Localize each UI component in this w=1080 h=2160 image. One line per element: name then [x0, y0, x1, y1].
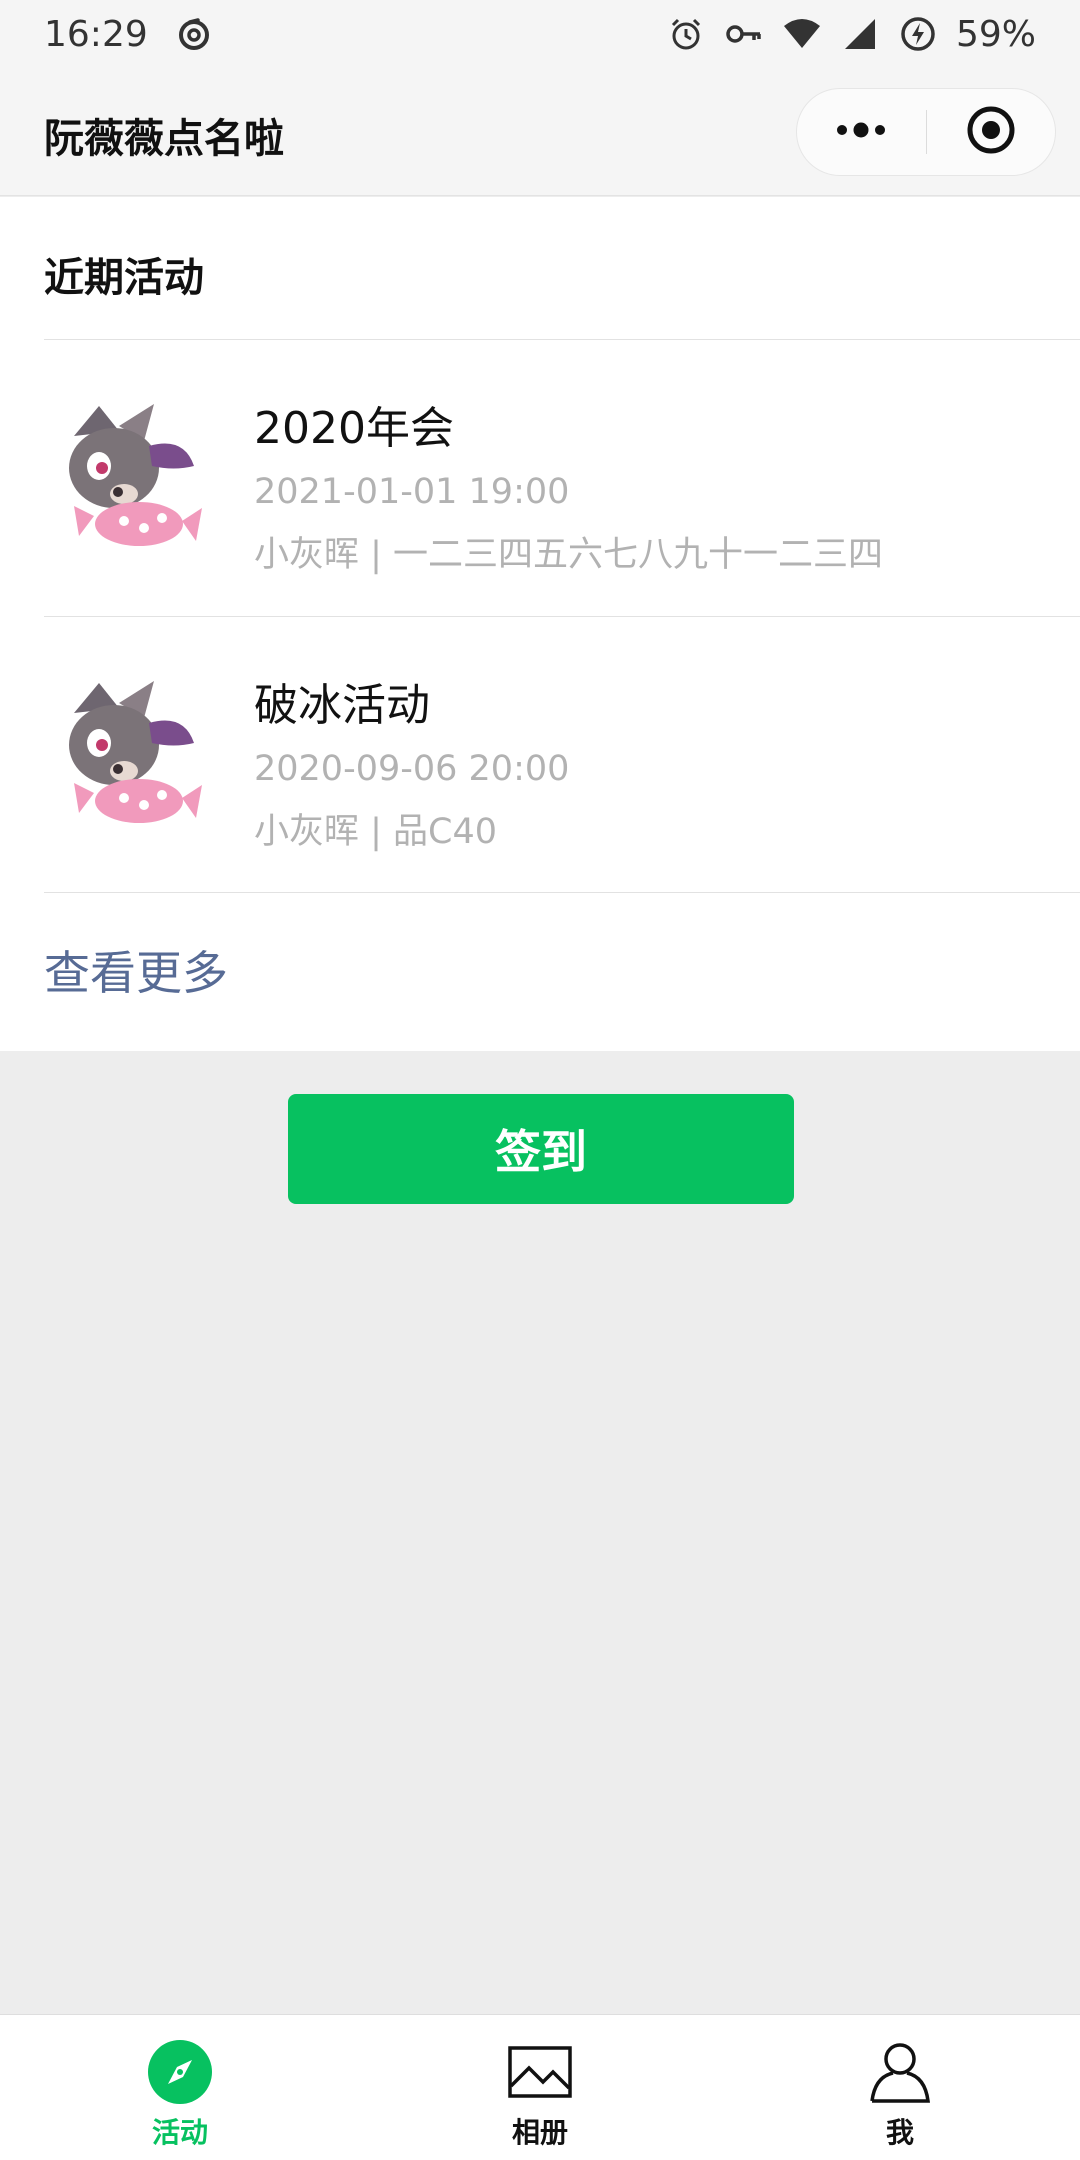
divider: [44, 892, 1080, 893]
menu-capsule: [796, 88, 1056, 176]
view-more-link[interactable]: 查看更多: [44, 937, 228, 1003]
netease-music-icon: [174, 14, 214, 54]
recent-activities-card: 近期活动 2020年会 2021-01-01 19:00 小灰晖 | 一二三四五…: [0, 197, 1080, 1051]
status-time: 16:29: [44, 13, 148, 55]
cartoon-wolf-avatar-icon: [44, 673, 204, 833]
person-icon: [867, 2039, 933, 2105]
battery-icon: [898, 14, 938, 54]
page-title: 阮薇薇点名啦: [44, 116, 284, 162]
status-bar: 16:29 59%: [0, 0, 1080, 68]
wifi-icon: [782, 14, 822, 54]
more-dots-icon: [834, 120, 888, 144]
tab-label: 相册: [511, 2116, 568, 2149]
activity-time: 2021-01-01 19:00: [254, 472, 570, 512]
activity-title: 2020年会: [254, 403, 454, 454]
status-left: 16:29: [44, 14, 214, 55]
activity-title: 破冰活动: [254, 680, 430, 731]
compass-icon: [147, 2039, 213, 2105]
nav-bar: 阮薇薇点名啦: [0, 68, 1080, 196]
activity-time: 2020-09-06 20:00: [254, 749, 570, 789]
section-title: 近期活动: [44, 255, 204, 301]
cartoon-wolf-avatar-icon: [44, 396, 204, 556]
tab-label: 我: [885, 2116, 914, 2149]
sign-in-button[interactable]: 签到: [288, 1094, 794, 1204]
tab-label: 活动: [151, 2116, 208, 2149]
activity-item[interactable]: 破冰活动 2020-09-06 20:00 小灰晖 | 品C40: [0, 617, 1080, 893]
status-right: 59%: [666, 14, 1036, 55]
signal-icon: [840, 14, 880, 54]
activity-meta: 小灰晖 | 一二三四五六七八九十一二三四: [254, 535, 884, 575]
activity-item[interactable]: 2020年会 2021-01-01 19:00 小灰晖 | 一二三四五六七八九十…: [0, 340, 1080, 616]
battery-percent: 59%: [955, 13, 1036, 55]
tab-bar: 活动 相册 我: [0, 2014, 1080, 2160]
target-circle-icon: [966, 105, 1016, 159]
tab-me[interactable]: 我: [720, 2015, 1080, 2160]
tab-activities[interactable]: 活动: [0, 2015, 360, 2160]
close-miniprogram-button[interactable]: [927, 89, 1056, 175]
more-button[interactable]: [797, 89, 926, 175]
tab-album[interactable]: 相册: [360, 2015, 720, 2160]
key-icon: [724, 14, 764, 54]
picture-icon: [507, 2039, 573, 2105]
alarm-icon: [666, 14, 706, 54]
activity-meta: 小灰晖 | 品C40: [254, 812, 498, 852]
